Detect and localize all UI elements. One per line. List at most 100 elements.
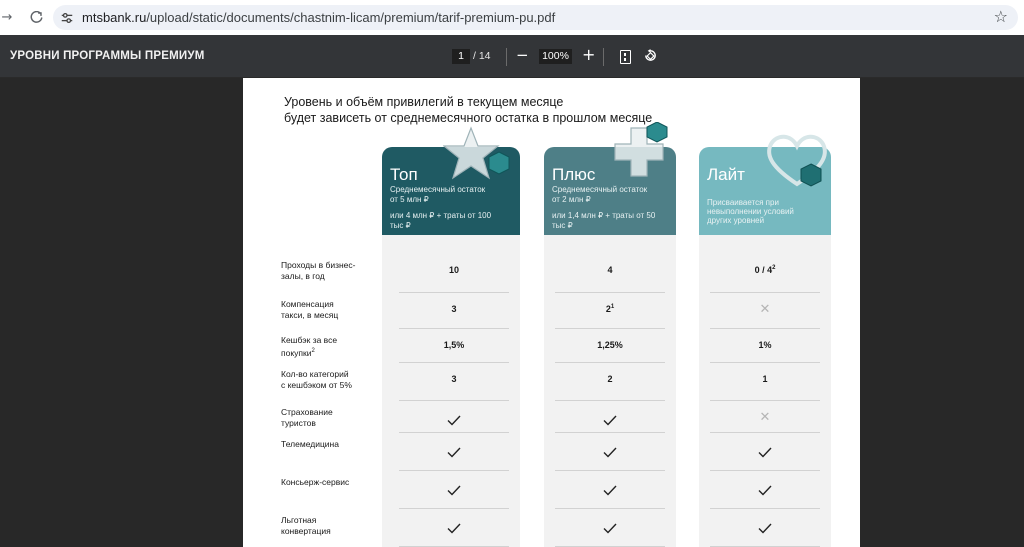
cross-icon: ✕ bbox=[759, 302, 771, 317]
row-label: Проходы в бизнес-залы, в год bbox=[281, 260, 371, 282]
cross-icon: ✕ bbox=[759, 410, 771, 425]
row-divider bbox=[710, 328, 820, 329]
checkmark-icon bbox=[555, 519, 665, 538]
tier-condition: Присваивается при bbox=[707, 198, 779, 207]
row-divider bbox=[399, 328, 509, 329]
checkmark-icon bbox=[399, 443, 509, 462]
toolbar-divider bbox=[603, 48, 604, 66]
page-total: / 14 bbox=[473, 50, 491, 62]
row-label: Страхование туристов bbox=[281, 407, 371, 429]
row-divider bbox=[710, 432, 820, 433]
table-cell-value: 4 bbox=[607, 265, 613, 275]
checkmark-icon bbox=[710, 481, 820, 500]
row-divider bbox=[710, 470, 820, 471]
row-divider bbox=[399, 292, 509, 293]
star-decoration-icon bbox=[443, 126, 510, 180]
tier-column-plus bbox=[544, 234, 676, 547]
row-label: Кешбэк за все покупки2 bbox=[281, 335, 371, 359]
row-divider bbox=[555, 292, 665, 293]
row-divider bbox=[399, 470, 509, 471]
row-label-line: Кол-во категорий bbox=[281, 369, 349, 379]
url-host: mtsbank.ru bbox=[82, 10, 147, 25]
toolbar-divider bbox=[506, 48, 507, 66]
zoom-out-button[interactable]: − bbox=[516, 46, 529, 64]
table-cell-value: 21 bbox=[605, 304, 615, 314]
row-label-line: Кешбэк за все bbox=[281, 335, 338, 345]
row-label: Консьерж-сервис bbox=[281, 477, 371, 488]
pdf-toolbar: УРОВНИ ПРОГРАММЫ ПРЕМИУМ 1 / 14 − 100% + bbox=[0, 35, 1024, 78]
tier-condition: тыс ₽ bbox=[552, 221, 573, 230]
row-divider bbox=[710, 400, 820, 401]
checkmark-icon bbox=[399, 411, 509, 430]
table-cell-value: 1,5% bbox=[443, 340, 465, 350]
tier-name: Лайт bbox=[707, 165, 745, 184]
tier-name: Плюс bbox=[552, 165, 596, 184]
footnote-marker: 2 bbox=[772, 265, 776, 271]
row-label-line: конвертация bbox=[281, 526, 331, 536]
tier-condition: или 4 млн ₽ + траты от 100 bbox=[390, 211, 492, 220]
bookmark-star-icon[interactable]: ☆ bbox=[994, 7, 1008, 26]
table-cell-value: 1 bbox=[762, 374, 768, 384]
address-bar[interactable]: mtsbank.ru/upload/static/documents/chast… bbox=[53, 5, 1018, 30]
row-divider bbox=[555, 400, 665, 401]
table-cell-value: 3 bbox=[451, 304, 457, 314]
heart-decoration-icon bbox=[767, 134, 827, 187]
document-title: УРОВНИ ПРОГРАММЫ ПРЕМИУМ bbox=[10, 50, 205, 62]
row-divider bbox=[710, 508, 820, 509]
tier-column-top bbox=[382, 234, 520, 547]
row-label-line: Компенсация bbox=[281, 299, 334, 309]
row-divider bbox=[555, 432, 665, 433]
tier-condition: невыполнении условий bbox=[707, 207, 794, 216]
footnote-marker: 2 bbox=[311, 348, 315, 354]
checkmark-icon bbox=[555, 443, 665, 462]
browser-bar: → mtsbank.ru/upload/static/documents/cha… bbox=[0, 0, 1024, 35]
url-text[interactable]: mtsbank.ru/upload/static/documents/chast… bbox=[82, 10, 555, 25]
row-label-line: покупки2 bbox=[281, 347, 315, 358]
row-label-line: залы, в год bbox=[281, 271, 325, 281]
footnote-marker: 1 bbox=[610, 304, 615, 310]
tier-name: Топ bbox=[390, 165, 418, 184]
rotate-icon[interactable] bbox=[643, 48, 658, 63]
fit-page-icon[interactable] bbox=[620, 50, 631, 64]
checkmark-icon bbox=[399, 481, 509, 500]
row-divider bbox=[555, 328, 665, 329]
tier-column-lite bbox=[699, 234, 831, 547]
tier-condition: от 5 млн ₽ bbox=[390, 195, 429, 204]
table-cell-value: 10 bbox=[448, 265, 459, 275]
checkmark-icon bbox=[710, 443, 820, 462]
tier-condition: других уровней bbox=[707, 216, 765, 225]
row-divider bbox=[399, 508, 509, 509]
table-cell-value: 0 / 42 bbox=[754, 265, 776, 275]
table-cell-value: 2 bbox=[607, 374, 613, 384]
tier-condition: Среднемесячный остаток bbox=[390, 185, 486, 194]
back-arrow-icon[interactable]: → bbox=[0, 6, 18, 28]
row-divider bbox=[555, 470, 665, 471]
tier-condition: Среднемесячный остаток bbox=[552, 185, 648, 194]
reload-icon[interactable] bbox=[25, 6, 47, 28]
row-divider bbox=[555, 508, 665, 509]
intro-line: Уровень и объём привилегий в текущем мес… bbox=[284, 95, 564, 109]
row-label-line: Телемедицина bbox=[281, 439, 339, 449]
page-number-input[interactable]: 1 bbox=[452, 49, 470, 64]
row-label-line: с кешбэком от 5% bbox=[281, 380, 352, 390]
row-label-line: Проходы в бизнес- bbox=[281, 260, 356, 270]
tier-condition: или 1,4 млн ₽ + траты от 50 bbox=[552, 211, 656, 220]
row-divider bbox=[399, 400, 509, 401]
site-settings-icon[interactable] bbox=[56, 7, 78, 29]
checkmark-icon bbox=[555, 411, 665, 430]
row-label-line: Страхование bbox=[281, 407, 333, 417]
row-label-line: туристов bbox=[281, 418, 316, 428]
row-label-line: Льготная bbox=[281, 515, 317, 525]
zoom-level-input[interactable]: 100% bbox=[539, 49, 572, 64]
checkmark-icon bbox=[399, 519, 509, 538]
row-divider bbox=[710, 362, 820, 363]
zoom-in-button[interactable]: + bbox=[582, 45, 595, 64]
checkmark-icon bbox=[710, 519, 820, 538]
pdf-page: Уровень и объём привилегий в текущем мес… bbox=[243, 78, 860, 547]
pdf-viewer[interactable]: Уровень и объём привилегий в текущем мес… bbox=[0, 78, 1024, 547]
row-divider bbox=[555, 362, 665, 363]
tier-condition: от 2 млн ₽ bbox=[552, 195, 591, 204]
row-label: Кол-во категорий с кешбэком от 5% bbox=[281, 369, 371, 391]
plus-decoration-icon bbox=[614, 122, 668, 177]
tier-condition: тыс ₽ bbox=[390, 221, 411, 230]
